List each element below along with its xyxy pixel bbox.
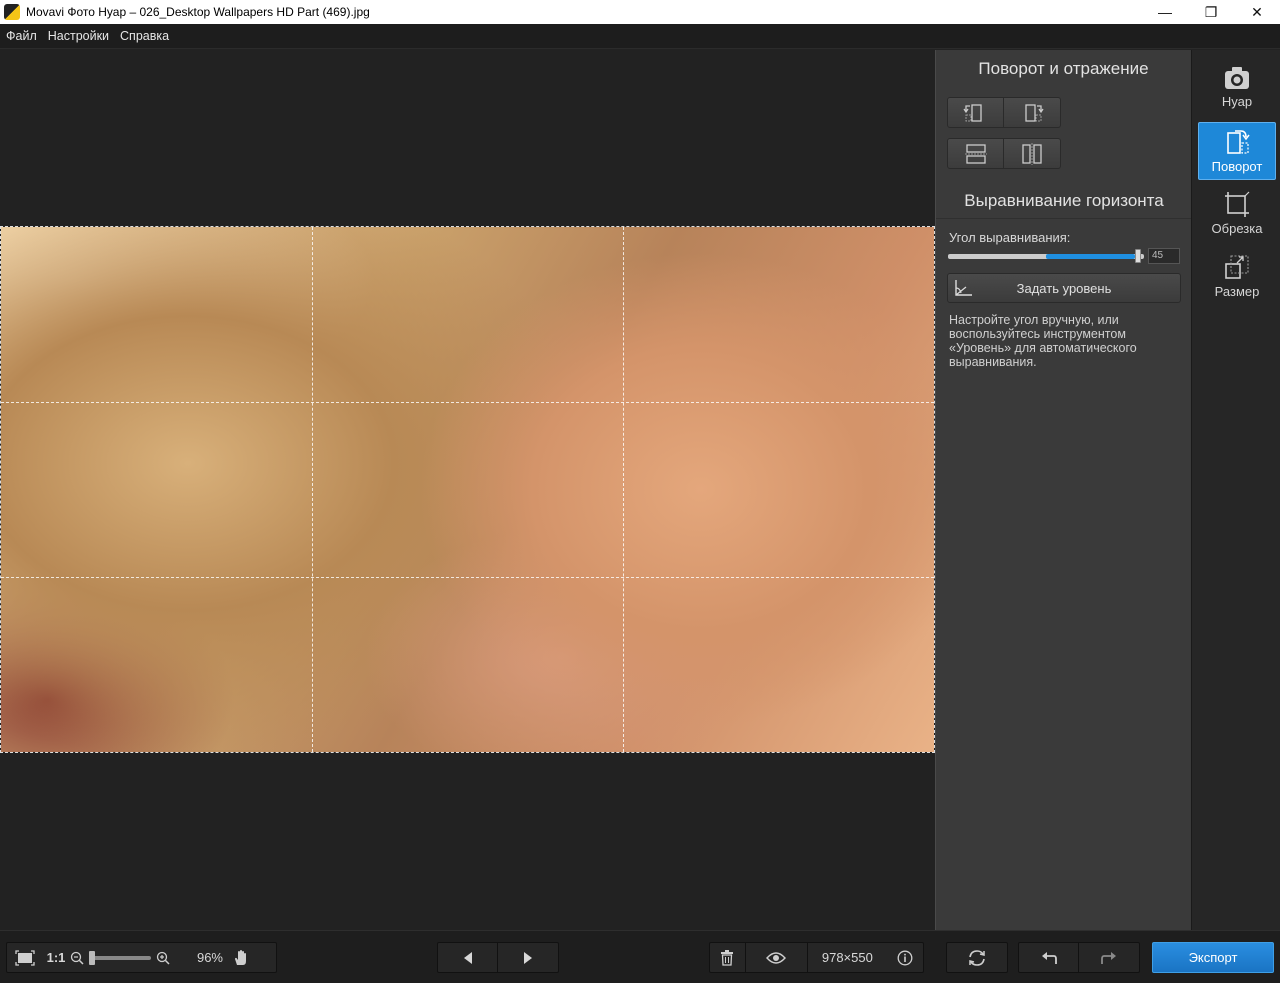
tool-crop-label: Обрезка <box>1211 221 1263 236</box>
redo-icon <box>1101 951 1116 964</box>
grid-line-vertical <box>312 227 313 752</box>
zoom-slider-track <box>89 955 151 960</box>
flip-button-group <box>947 138 1061 169</box>
undo-button[interactable] <box>1019 943 1079 972</box>
previous-image-button[interactable] <box>438 943 498 972</box>
window-title: Movavi Фото Нуар – 026_Desktop Wallpaper… <box>26 5 370 19</box>
tool-crop[interactable]: Обрезка <box>1198 185 1276 243</box>
tool-noir-label: Нуар <box>1221 94 1253 109</box>
camera-icon <box>1225 67 1249 89</box>
zoom-in-icon[interactable] <box>155 943 171 972</box>
tool-rotate[interactable]: Поворот <box>1198 122 1276 180</box>
arrow-left-icon <box>463 951 472 964</box>
rotate-left-icon <box>962 103 982 122</box>
zoom-out-icon[interactable] <box>69 943 85 972</box>
redo-button[interactable] <box>1079 943 1139 972</box>
navigation-controls <box>437 942 559 973</box>
tool-rotate-label: Поворот <box>1211 159 1263 174</box>
divider <box>936 218 1192 219</box>
app-logo-icon <box>4 4 20 20</box>
reset-controls <box>946 942 1008 973</box>
menu-settings[interactable]: Настройки <box>44 29 113 43</box>
rotate-left-button[interactable] <box>947 97 1004 128</box>
flip-horizontal-button[interactable] <box>1004 138 1061 169</box>
preview-before-after-button[interactable] <box>746 943 808 972</box>
zoom-slider-thumb[interactable] <box>89 950 95 965</box>
angle-value-field[interactable]: 45 <box>1148 248 1180 264</box>
level-icon <box>948 274 978 302</box>
close-button[interactable]: ✕ <box>1234 0 1280 24</box>
settings-panel: Поворот и отражение Выравнивание горизон… <box>935 50 1192 930</box>
title-bar: Movavi Фото Нуар – 026_Desktop Wallpaper… <box>0 0 1280 24</box>
image-info-controls: 978×550 <box>709 942 924 973</box>
info-button[interactable] <box>887 943 923 972</box>
zoom-slider[interactable] <box>89 950 151 965</box>
history-controls <box>1018 942 1140 973</box>
menu-bar: Файл Настройки Справка <box>0 24 1280 49</box>
export-button[interactable]: Экспорт <box>1152 942 1274 973</box>
trash-icon <box>721 949 734 966</box>
delete-button[interactable] <box>710 943 746 972</box>
tool-resize[interactable]: Размер <box>1198 248 1276 306</box>
angle-slider-fill <box>1046 254 1135 259</box>
angle-slider[interactable] <box>948 249 1144 263</box>
fit-to-window-button[interactable] <box>7 943 43 972</box>
hand-icon <box>235 949 246 965</box>
flip-horizontal-icon <box>1022 142 1042 165</box>
tool-resize-label: Размер <box>1214 284 1260 299</box>
hand-tool-button[interactable] <box>223 943 259 972</box>
set-level-button[interactable]: Задать уровень <box>947 273 1181 303</box>
grid-line-horizontal <box>1 577 934 578</box>
tools-sidebar: Нуар Поворот Обрезка Размер <box>1191 50 1280 930</box>
rotate-right-icon <box>1025 103 1044 122</box>
rotate-button-group <box>947 97 1061 128</box>
rotate-right-button[interactable] <box>1004 97 1061 128</box>
fit-screen-icon <box>15 949 35 966</box>
image-canvas[interactable] <box>0 50 935 930</box>
image-dimensions: 978×550 <box>821 950 873 965</box>
rotate-flip-heading: Поворот и отражение <box>978 59 1149 78</box>
maximize-button[interactable]: ❐ <box>1188 0 1234 24</box>
refresh-icon <box>969 949 985 966</box>
flip-vertical-button[interactable] <box>947 138 1004 169</box>
zoom-level: 96% <box>196 950 223 965</box>
tool-noir[interactable]: Нуар <box>1198 60 1276 118</box>
angle-label: Угол выравнивания: <box>949 230 1071 245</box>
crop-icon <box>1225 191 1250 217</box>
grid-line-vertical <box>623 227 624 752</box>
bottom-toolbar: 1:1 96% 978×550 Экспорт <box>0 930 1280 983</box>
photo-image <box>1 227 934 752</box>
hint-text: Настройте угол вручную, или воспользуйте… <box>949 313 1137 369</box>
eye-icon <box>766 951 787 964</box>
info-icon <box>897 950 913 965</box>
resize-icon <box>1225 255 1249 279</box>
photo-preview[interactable] <box>0 226 935 753</box>
horizon-heading: Выравнивание горизонта <box>964 191 1164 210</box>
menu-help[interactable]: Справка <box>116 29 173 43</box>
zoom-controls: 1:1 96% <box>6 942 277 973</box>
flip-vertical-icon <box>964 143 987 164</box>
arrow-right-icon <box>524 951 532 964</box>
angle-slider-thumb[interactable] <box>1135 249 1141 263</box>
menu-file[interactable]: Файл <box>2 29 41 43</box>
rotate-icon <box>1227 130 1250 154</box>
minimize-button[interactable]: — <box>1142 0 1188 24</box>
undo-icon <box>1041 951 1057 964</box>
next-image-button[interactable] <box>498 943 558 972</box>
reset-button[interactable] <box>947 943 1007 972</box>
grid-line-horizontal <box>1 402 934 403</box>
set-level-label: Задать уровень <box>1016 280 1112 296</box>
actual-size-button[interactable]: 1:1 <box>43 943 69 972</box>
